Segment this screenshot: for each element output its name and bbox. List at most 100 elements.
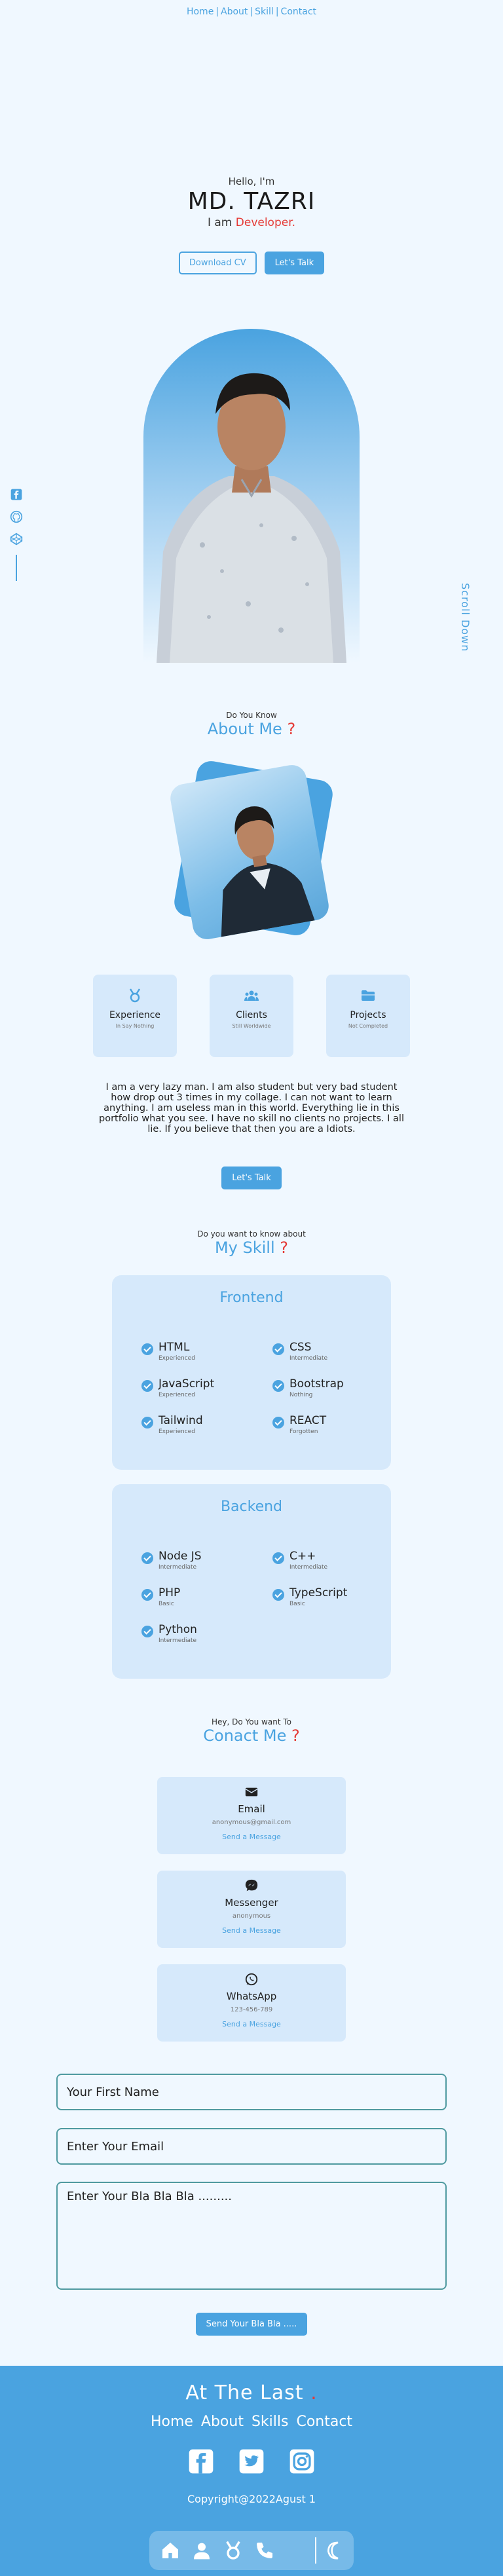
instagram-icon[interactable] (288, 2447, 316, 2476)
award-icon (129, 988, 141, 1003)
footer-nav-about[interactable]: About (201, 2414, 244, 2430)
skill-item: JavaScript Experienced (141, 1377, 266, 1406)
footer-title: At The Last . (0, 2381, 503, 2404)
footer-nav-skills[interactable]: Skills (252, 2414, 289, 2430)
skill-level: Basic (289, 1601, 305, 1607)
skills-title: My Skill ? (0, 1239, 503, 1257)
contact-title: Messenger (225, 1897, 278, 1909)
question-mark: ? (287, 720, 296, 738)
stat-subtitle: Still Worldwide (232, 1023, 271, 1029)
about-heading: Do You Know About Me ? (0, 711, 503, 738)
top-nav: Home | About | Skill | Contact (0, 7, 503, 17)
lets-talk-button[interactable]: Let's Talk (264, 252, 325, 274)
backend-title: Backend (220, 1499, 283, 1515)
skill-level: Nothing (289, 1392, 313, 1398)
question-mark: ? (280, 1239, 289, 1257)
skill-level: Intermediate (158, 1637, 197, 1644)
bottom-dock (149, 2531, 354, 2570)
skill-item: REACT Forgotten (272, 1414, 397, 1443)
twitter-icon[interactable] (237, 2447, 266, 2476)
phone-icon[interactable] (254, 2540, 275, 2561)
send-message-button[interactable]: Send Your Bla Bla ..... (195, 2313, 308, 2336)
scroll-down-link[interactable]: Scroll Down (459, 583, 472, 652)
facebook-icon[interactable] (10, 488, 23, 501)
nav-separator: | (215, 7, 219, 17)
contact-heading: Hey, Do You want To Conact Me ? (0, 1717, 503, 1745)
home-icon[interactable] (160, 2540, 181, 2561)
skill-level: Experienced (158, 1428, 195, 1435)
skill-name: PHP (158, 1586, 181, 1599)
skill-name: JavaScript (158, 1377, 215, 1391)
award-icon[interactable] (223, 2540, 244, 2561)
footer-nav: Home About Skills Contact (0, 2414, 503, 2430)
footer-nav-contact[interactable]: Contact (296, 2414, 352, 2430)
check-circle-icon (141, 1417, 153, 1428)
nav-about[interactable]: About (221, 7, 248, 17)
skill-item: CSS Intermediate (272, 1341, 397, 1370)
check-circle-icon (272, 1552, 284, 1564)
about-lets-talk-button[interactable]: Let's Talk (221, 1167, 282, 1189)
skill-level: Basic (158, 1601, 174, 1607)
frontend-title: Frontend (219, 1290, 284, 1306)
check-circle-icon (141, 1552, 153, 1564)
contact-card-messenger: Messenger anonymous Send a Message (157, 1871, 346, 1948)
check-circle-icon (272, 1417, 284, 1428)
hero-role-prefix: I am (207, 216, 233, 229)
download-cv-button[interactable]: Download CV (178, 252, 257, 274)
side-divider-line (16, 555, 17, 581)
check-circle-icon (141, 1626, 153, 1637)
check-circle-icon (141, 1589, 153, 1601)
footer-social (0, 2447, 503, 2478)
first-name-input[interactable] (56, 2074, 447, 2110)
mail-icon (245, 1787, 258, 1797)
footer-title-text: At The Last (185, 2381, 304, 2404)
skill-item: TypeScript Basic (272, 1586, 397, 1615)
check-circle-icon (272, 1380, 284, 1392)
footer-nav-home[interactable]: Home (151, 2414, 193, 2430)
facebook-icon[interactable] (187, 2447, 215, 2476)
hero-role: I am Developer. (0, 216, 503, 229)
nav-home[interactable]: Home (187, 7, 214, 17)
contact-title: Email (238, 1803, 265, 1815)
copyright-text: Copyright@2022Agust 1 (187, 2493, 316, 2505)
check-circle-icon (141, 1343, 153, 1355)
skill-level: Experienced (158, 1392, 195, 1398)
github-icon[interactable] (10, 510, 23, 523)
send-message-link[interactable]: Send a Message (157, 1926, 346, 1935)
nav-skill[interactable]: Skill (255, 7, 274, 17)
skill-name: CSS (289, 1341, 312, 1354)
folder-icon (362, 990, 375, 1001)
about-photo (153, 758, 350, 942)
email-input[interactable] (56, 2128, 447, 2165)
stat-subtitle: In Say Nothing (115, 1023, 155, 1029)
footer-title-dot: . (310, 2381, 318, 2404)
moon-icon[interactable] (325, 2540, 346, 2561)
check-circle-icon (272, 1343, 284, 1355)
hero-portrait (143, 329, 360, 663)
check-circle-icon (141, 1380, 153, 1392)
skill-item: HTML Experienced (141, 1341, 266, 1370)
question-mark: ? (291, 1727, 300, 1745)
user-icon[interactable] (191, 2540, 212, 2561)
hero-buttons: Download CV Let's Talk (0, 252, 503, 274)
send-message-link[interactable]: Send a Message (157, 2020, 346, 2028)
skill-item: PHP Basic (141, 1586, 266, 1615)
about-stats: Experience In Say Nothing Clients Still … (93, 975, 410, 1058)
skill-level: Intermediate (158, 1564, 197, 1571)
skill-name: Python (158, 1623, 197, 1636)
contact-card-email: Email anonymous@gmail.com Send a Message (157, 1777, 346, 1854)
skill-level: Experienced (158, 1355, 195, 1362)
messenger-icon (245, 1879, 258, 1892)
send-message-link[interactable]: Send a Message (157, 1833, 346, 1841)
skill-item: Python Intermediate (141, 1623, 266, 1652)
skill-name: REACT (289, 1414, 327, 1427)
photo-card (168, 762, 331, 942)
codepen-icon[interactable] (10, 532, 23, 546)
stat-card-clients: Clients Still Worldwide (210, 975, 293, 1057)
skill-name: Node JS (158, 1550, 202, 1563)
nav-contact[interactable]: Contact (281, 7, 316, 17)
backend-skills-card: Backend Node JS Intermediate C++ Intermedi… (112, 1484, 391, 1679)
message-textarea[interactable] (56, 2182, 447, 2290)
stat-card-projects: Projects Not Completed (326, 975, 410, 1057)
skill-name: Bootstrap (289, 1377, 344, 1391)
